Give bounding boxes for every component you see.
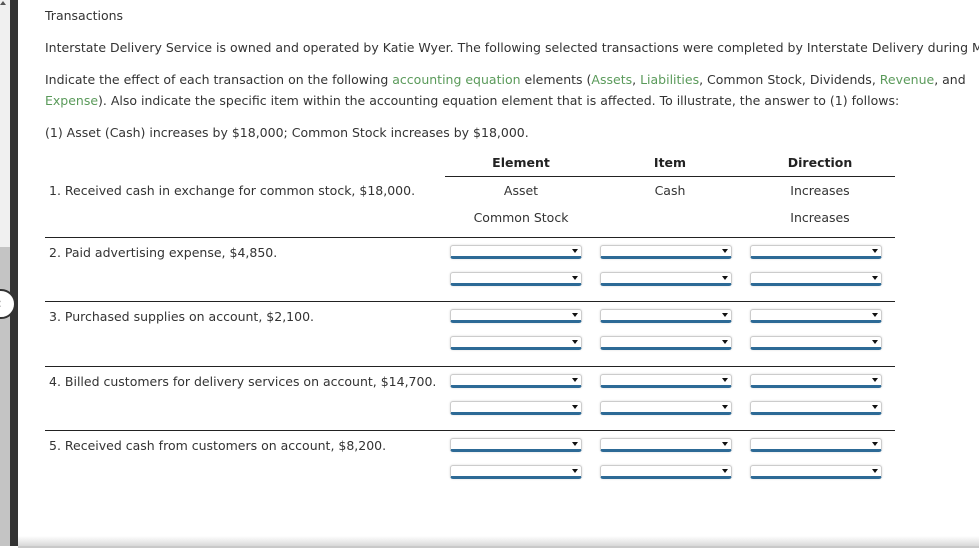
section-title: Transactions	[45, 8, 124, 23]
item-select[interactable]	[600, 438, 732, 452]
instruction-text: ). Also indicate the specific item withi…	[98, 93, 900, 108]
element-select[interactable]	[450, 309, 582, 323]
dropdown-caret-icon	[572, 249, 578, 253]
element-select[interactable]	[450, 336, 582, 350]
direction-select[interactable]	[750, 309, 882, 323]
element-select[interactable]	[450, 465, 582, 479]
dropdown-caret-icon	[572, 405, 578, 409]
row-divider	[45, 430, 895, 431]
dropdown-caret-icon	[872, 442, 878, 446]
dropdown-caret-icon	[872, 313, 878, 317]
dropdown-caret-icon	[572, 313, 578, 317]
link-liabilities[interactable]: Liabilities	[640, 72, 699, 87]
example-direction: Increases	[790, 210, 850, 225]
intro-text: Interstate Delivery Service is owned and…	[45, 40, 979, 55]
dropdown-caret-icon	[572, 442, 578, 446]
direction-select[interactable]	[750, 245, 882, 259]
dropdown-caret-icon	[872, 469, 878, 473]
dropdown-caret-icon	[572, 469, 578, 473]
direction-select[interactable]	[750, 465, 882, 479]
instruction-line-1: Indicate the effect of each transaction …	[45, 72, 966, 87]
example-element: Common Stock	[473, 210, 569, 225]
example-element: Asset	[503, 183, 539, 198]
element-select[interactable]	[450, 374, 582, 388]
item-select[interactable]	[600, 272, 732, 286]
column-header-direction: Direction	[787, 155, 853, 170]
element-select[interactable]	[450, 272, 582, 286]
instruction-text: elements (	[520, 72, 592, 87]
element-select[interactable]	[450, 438, 582, 452]
transaction-label-2: 2. Paid advertising expense, $4,850.	[49, 245, 278, 260]
row-divider	[45, 366, 895, 367]
instruction-text: , Common Stock, Dividends,	[699, 72, 880, 87]
example-answer: (1) Asset (Cash) increases by $18,000; C…	[45, 125, 529, 140]
dropdown-caret-icon	[722, 442, 728, 446]
dropdown-caret-icon	[722, 276, 728, 280]
dropdown-caret-icon	[722, 313, 728, 317]
dropdown-caret-icon	[872, 378, 878, 382]
transaction-label-3: 3. Purchased supplies on account, $2,100…	[49, 309, 314, 324]
dropdown-caret-icon	[572, 378, 578, 382]
scroll-up-arrow-icon[interactable]	[0, 1, 6, 5]
direction-select[interactable]	[750, 401, 882, 415]
dropdown-caret-icon	[722, 340, 728, 344]
dropdown-caret-icon	[722, 469, 728, 473]
left-scrollbar[interactable]	[0, 0, 10, 546]
instruction-line-2: Expense). Also indicate the specific ite…	[45, 93, 899, 108]
item-select[interactable]	[600, 309, 732, 323]
link-accounting-equation[interactable]: accounting equation	[392, 72, 520, 87]
link-assets[interactable]: Assets	[591, 72, 632, 87]
item-select[interactable]	[600, 374, 732, 388]
column-header-element: Element	[492, 155, 550, 170]
direction-select[interactable]	[750, 272, 882, 286]
row-divider	[45, 301, 895, 302]
chevron-left-icon: ‹	[0, 295, 2, 313]
dropdown-caret-icon	[572, 340, 578, 344]
element-select[interactable]	[450, 401, 582, 415]
example-direction: Increases	[790, 183, 850, 198]
item-select[interactable]	[600, 401, 732, 415]
dropdown-caret-icon	[872, 340, 878, 344]
instruction-text: , and	[934, 72, 966, 87]
instruction-text: ,	[632, 72, 641, 87]
transaction-label-1: 1. Received cash in exchange for common …	[49, 183, 416, 198]
dropdown-caret-icon	[872, 405, 878, 409]
header-rule	[445, 176, 895, 177]
direction-select[interactable]	[750, 438, 882, 452]
transaction-label-5: 5. Received cash from customers on accou…	[49, 438, 387, 453]
item-select[interactable]	[600, 465, 732, 479]
bottom-scroll-shadow	[18, 536, 979, 548]
link-revenue[interactable]: Revenue	[880, 72, 934, 87]
transaction-label-4: 4. Billed customers for delivery service…	[49, 374, 437, 389]
instruction-text: Indicate the effect of each transaction …	[45, 72, 393, 87]
dropdown-caret-icon	[572, 276, 578, 280]
dropdown-caret-icon	[722, 249, 728, 253]
sidebar-divider	[10, 0, 18, 546]
direction-select[interactable]	[750, 336, 882, 350]
example-item: Cash	[654, 183, 686, 198]
dropdown-caret-icon	[872, 276, 878, 280]
item-select[interactable]	[600, 336, 732, 350]
item-select[interactable]	[600, 245, 732, 259]
dropdown-caret-icon	[722, 378, 728, 382]
column-header-item: Item	[653, 155, 687, 170]
direction-select[interactable]	[750, 374, 882, 388]
element-select[interactable]	[450, 245, 582, 259]
dropdown-caret-icon	[872, 249, 878, 253]
row-divider	[45, 237, 895, 238]
dropdown-caret-icon	[722, 405, 728, 409]
link-expense[interactable]: Expense	[45, 93, 98, 108]
